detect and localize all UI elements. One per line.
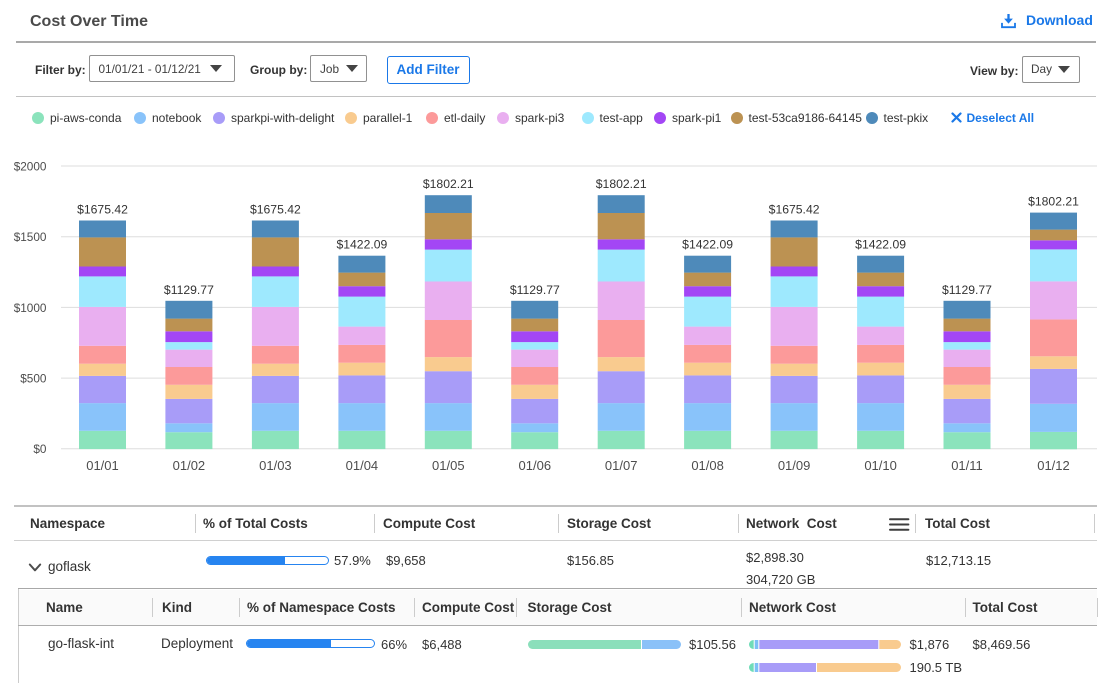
svg-text:01/09: 01/09: [778, 458, 811, 473]
svg-text:01/05: 01/05: [432, 458, 465, 473]
svg-text:$1129.77: $1129.77: [510, 283, 560, 297]
svg-text:$1422.09: $1422.09: [855, 238, 906, 252]
svg-text:01/08: 01/08: [691, 458, 724, 473]
svg-text:$1129.77: $1129.77: [942, 283, 992, 297]
svg-text:01/01: 01/01: [86, 458, 119, 473]
svg-text:$1129.77: $1129.77: [164, 283, 214, 297]
svg-text:$1675.42: $1675.42: [769, 203, 820, 217]
svg-text:$1675.42: $1675.42: [250, 203, 301, 217]
svg-text:$1000: $1000: [14, 301, 47, 315]
svg-text:$500: $500: [20, 372, 47, 386]
svg-text:$1422.09: $1422.09: [336, 238, 387, 252]
svg-text:$1802.21: $1802.21: [596, 177, 647, 191]
svg-text:01/06: 01/06: [519, 458, 552, 473]
svg-text:$1422.09: $1422.09: [682, 238, 733, 252]
svg-text:01/10: 01/10: [864, 458, 897, 473]
svg-text:$1675.42: $1675.42: [77, 203, 128, 217]
svg-text:$1802.21: $1802.21: [1028, 195, 1079, 209]
svg-text:$0: $0: [33, 442, 47, 456]
svg-text:$1802.21: $1802.21: [423, 177, 474, 191]
svg-text:$1500: $1500: [14, 230, 47, 244]
svg-text:01/02: 01/02: [173, 458, 206, 473]
svg-text:01/11: 01/11: [951, 458, 983, 473]
svg-text:01/03: 01/03: [259, 458, 292, 473]
svg-text:01/12: 01/12: [1037, 458, 1070, 473]
svg-text:01/07: 01/07: [605, 458, 638, 473]
svg-text:01/04: 01/04: [346, 458, 379, 473]
svg-text:$2000: $2000: [14, 160, 47, 174]
